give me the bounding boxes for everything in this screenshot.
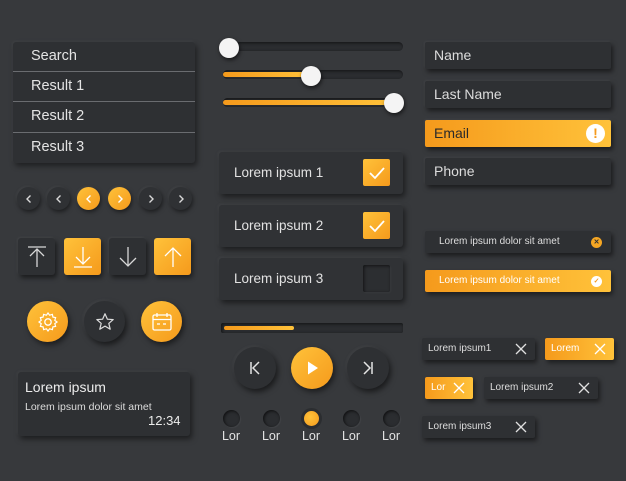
close-icon[interactable] [576,380,592,396]
gear-icon [37,311,58,332]
close-icon[interactable] [513,341,529,357]
checkbox-item-2[interactable]: Lorem ipsum 2 [219,205,403,247]
tag-label: Lorem ipsum1 [428,343,492,354]
tag-chip-3: Lor [425,377,473,399]
settings-button[interactable] [27,301,68,342]
radio-4[interactable] [343,410,360,427]
checkbox-item-3[interactable]: Lorem ipsum 3 [219,258,403,300]
pagination-prev-active[interactable] [77,187,100,210]
calendar-icon [151,312,172,331]
slider-1-knob[interactable] [219,38,239,58]
arrow-up-button[interactable] [154,238,191,275]
checkbox-checked[interactable] [363,212,390,239]
last-name-field[interactable]: Last Name [425,81,611,108]
radio-4-label: Lor [341,429,361,443]
alert-orange: Lorem ipsum dolor sit amet ✓ [425,270,611,292]
check-icon[interactable]: ✓ [591,276,602,287]
checkmark-icon [368,219,385,232]
chevron-left-icon [85,194,91,203]
play-icon [308,361,318,375]
upload-button[interactable] [18,238,55,275]
slider-1[interactable] [223,42,403,51]
slider-3[interactable] [223,98,403,107]
close-icon[interactable]: ✕ [591,237,602,248]
pagination-next-3[interactable] [169,187,192,210]
search-dropdown: Search Result 1 Result 2 Result 3 [13,42,195,163]
tag-chip-4: Lorem ipsum2 [484,377,598,399]
checkmark-icon [368,166,385,179]
checkbox-label: Lorem ipsum 2 [234,218,324,233]
email-field-label: Email [434,125,470,141]
chevron-left-icon [55,194,61,203]
email-field[interactable]: Email ! [425,120,611,147]
alert-text: Lorem ipsum dolor sit amet [439,236,560,247]
phone-field[interactable]: Phone [425,158,611,185]
notification-time: 12:34 [148,413,181,428]
warning-icon: ! [586,124,605,143]
name-field[interactable]: Name [425,42,611,69]
pagination-next-2[interactable] [139,187,162,210]
chevron-right-icon [178,194,184,203]
tag-label: Lorem ipsum3 [428,421,492,432]
search-result-2[interactable]: Result 2 [13,101,195,130]
calendar-button[interactable] [141,301,182,342]
slider-2-fill [223,72,311,77]
alert-text: Lorem ipsum dolor sit amet [439,275,560,286]
chevron-left-icon [25,194,31,203]
tag-chip-1: Lorem ipsum1 [422,338,535,360]
skip-forward-icon [363,361,373,375]
tag-chip-2: Lorem [545,338,614,360]
radio-5[interactable] [383,410,400,427]
radio-1-label: Lor [221,429,241,443]
media-progress-bar[interactable] [221,323,403,333]
play-button[interactable] [291,347,333,389]
arrow-down-icon [119,246,136,267]
chevron-right-icon [148,194,154,203]
skip-back-icon [250,361,260,375]
close-icon[interactable] [513,419,529,435]
slider-2-knob[interactable] [301,66,321,86]
alert-dark: Lorem ipsum dolor sit amet ✕ [425,231,611,253]
notification-body: Lorem ipsum dolor sit amet [25,401,152,413]
checkbox-label: Lorem ipsum 3 [234,271,324,286]
tag-chip-5: Lorem ipsum3 [422,416,535,438]
search-result-1[interactable]: Result 1 [13,71,195,100]
pagination-next-active[interactable] [108,187,131,210]
pagination-prev-1[interactable] [17,187,40,210]
checkbox-checked[interactable] [363,159,390,186]
radio-2-label: Lor [261,429,281,443]
slider-3-fill [223,100,395,105]
radio-1[interactable] [223,410,240,427]
checkbox-unchecked[interactable] [363,265,390,292]
radio-5-label: Lor [381,429,401,443]
skip-back-button[interactable] [234,347,276,389]
close-icon[interactable] [592,341,608,357]
slider-3-knob[interactable] [384,93,404,113]
download-button[interactable] [64,238,101,275]
radio-2[interactable] [263,410,280,427]
tag-label: Lor [431,382,446,393]
chevron-right-icon [117,194,123,203]
tag-label: Lorem [551,343,580,354]
search-result-3[interactable]: Result 3 [13,132,195,161]
upload-top-icon [27,245,46,267]
notification-title: Lorem ipsum [25,379,106,395]
arrow-up-icon [164,246,181,267]
download-icon [73,246,92,268]
checkbox-label: Lorem ipsum 1 [234,165,324,180]
arrow-down-button[interactable] [109,238,146,275]
media-progress-fill [224,326,294,330]
search-input[interactable]: Search [13,42,195,71]
favorite-button[interactable] [84,301,125,342]
checkbox-item-1[interactable]: Lorem ipsum 1 [219,152,403,194]
star-icon [95,312,114,330]
radio-3-label: Lor [301,429,321,443]
close-icon[interactable] [451,380,467,396]
pagination-prev-2[interactable] [47,187,70,210]
tag-label: Lorem ipsum2 [490,382,554,393]
notification-card[interactable]: Lorem ipsum Lorem ipsum dolor sit amet 1… [18,372,190,436]
radio-3-selected[interactable] [304,411,319,426]
skip-forward-button[interactable] [347,347,389,389]
